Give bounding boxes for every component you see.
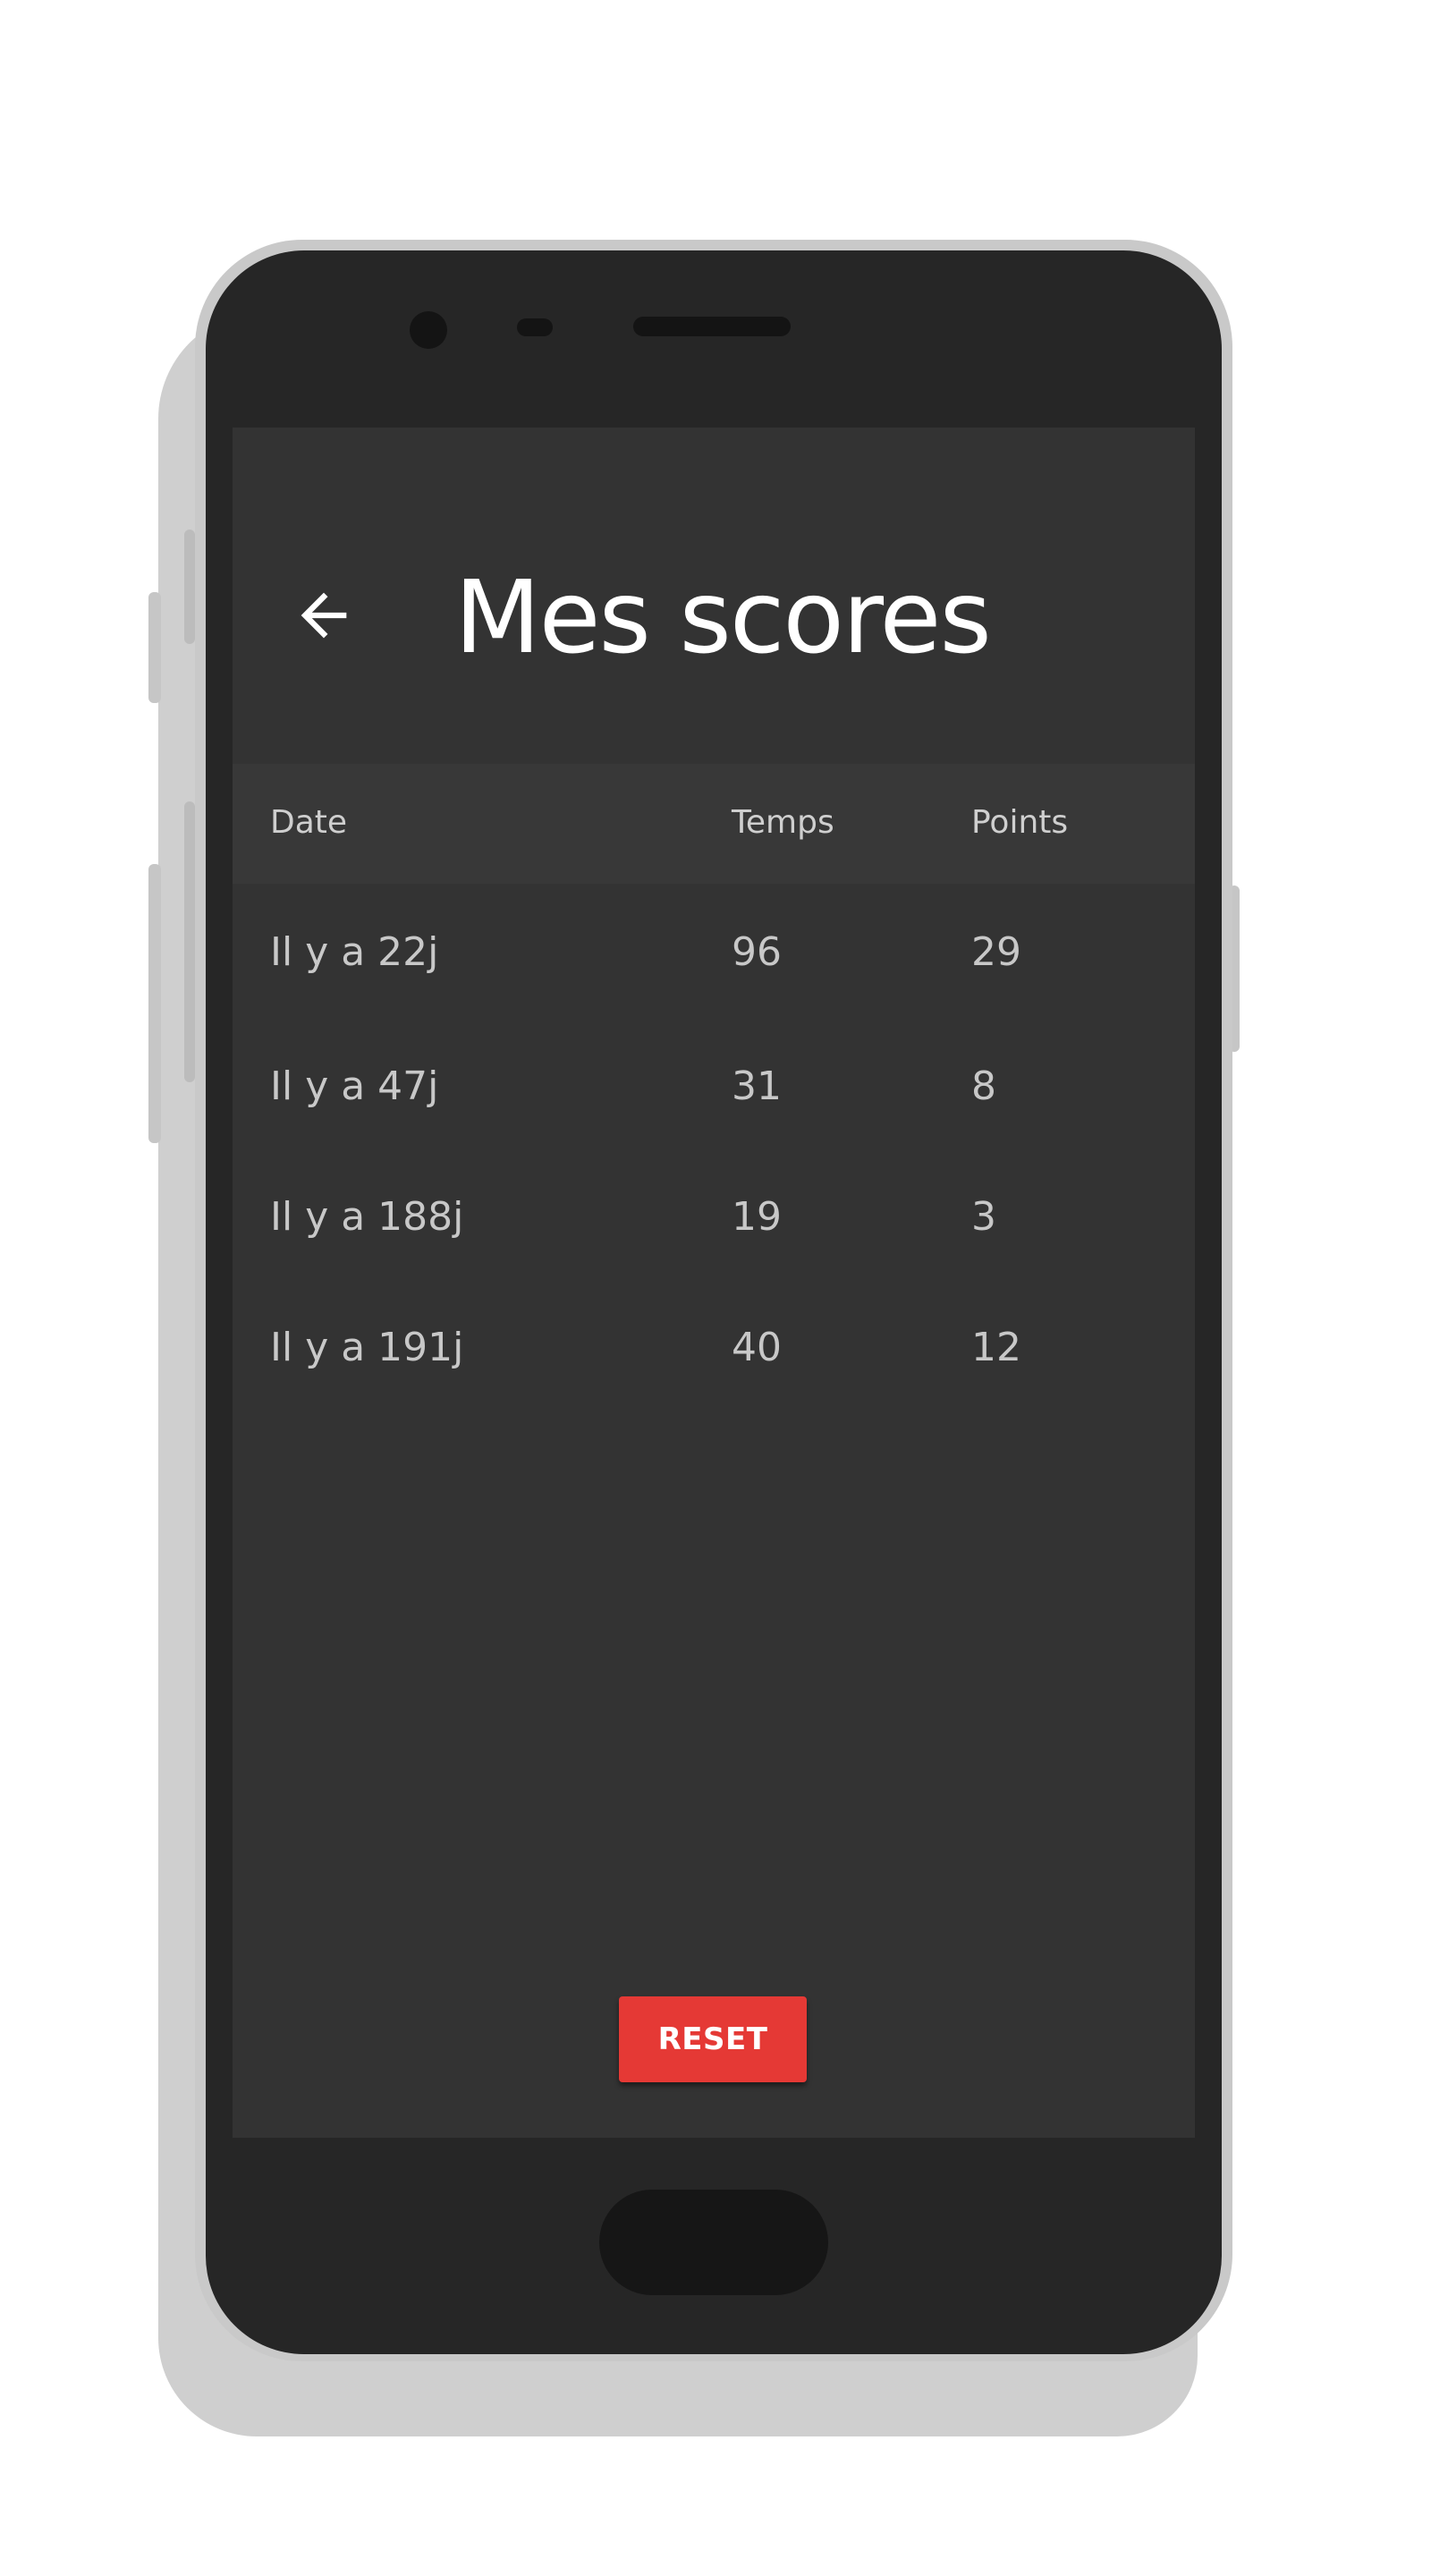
volume-button-outer xyxy=(148,864,161,1143)
device-mockup: Mes scores Date Temps Points Il y a 22j … xyxy=(0,0,1431,2576)
cell-date: Il y a 191j xyxy=(270,1325,464,1370)
cell-date: Il y a 188j xyxy=(270,1194,464,1240)
page-title: Mes scores xyxy=(454,560,992,676)
phone-body: Mes scores Date Temps Points Il y a 22j … xyxy=(206,250,1222,2354)
cell-points: 8 xyxy=(971,1063,996,1109)
table-row: Il y a 188j 19 3 xyxy=(233,1148,1195,1279)
cell-points: 3 xyxy=(971,1194,996,1240)
app-screen: Mes scores Date Temps Points Il y a 22j … xyxy=(233,428,1195,2138)
cell-points: 29 xyxy=(971,929,1021,975)
reset-button[interactable]: RESET xyxy=(619,1996,807,2082)
column-header-points: Points xyxy=(971,804,1069,841)
column-header-temps: Temps xyxy=(732,804,834,841)
volume-rocker-outer xyxy=(148,592,161,703)
earpiece-speaker xyxy=(633,317,791,336)
arrow-left-icon xyxy=(301,592,347,639)
scores-table-body: Il y a 22j 96 29 Il y a 47j 31 8 Il y a … xyxy=(233,884,1195,1410)
cell-temps: 40 xyxy=(732,1325,782,1370)
cell-date: Il y a 22j xyxy=(270,929,439,975)
cell-temps: 19 xyxy=(732,1194,782,1240)
cell-date: Il y a 47j xyxy=(270,1063,439,1109)
table-row: Il y a 47j 31 8 xyxy=(233,1018,1195,1148)
cell-temps: 31 xyxy=(732,1063,782,1109)
cell-points: 12 xyxy=(971,1325,1021,1370)
proximity-sensor xyxy=(517,318,553,336)
home-button[interactable] xyxy=(599,2190,828,2295)
volume-rocker-inner xyxy=(184,530,195,644)
front-camera xyxy=(410,311,447,349)
cell-temps: 96 xyxy=(732,929,782,975)
volume-button-inner xyxy=(184,801,195,1082)
app-toolbar: Mes scores xyxy=(233,428,1195,764)
table-header: Date Temps Points xyxy=(233,764,1195,884)
column-header-date: Date xyxy=(270,804,348,841)
table-row: Il y a 191j 40 12 xyxy=(233,1279,1195,1410)
table-row: Il y a 22j 96 29 xyxy=(233,884,1195,1018)
back-button[interactable] xyxy=(281,572,367,658)
